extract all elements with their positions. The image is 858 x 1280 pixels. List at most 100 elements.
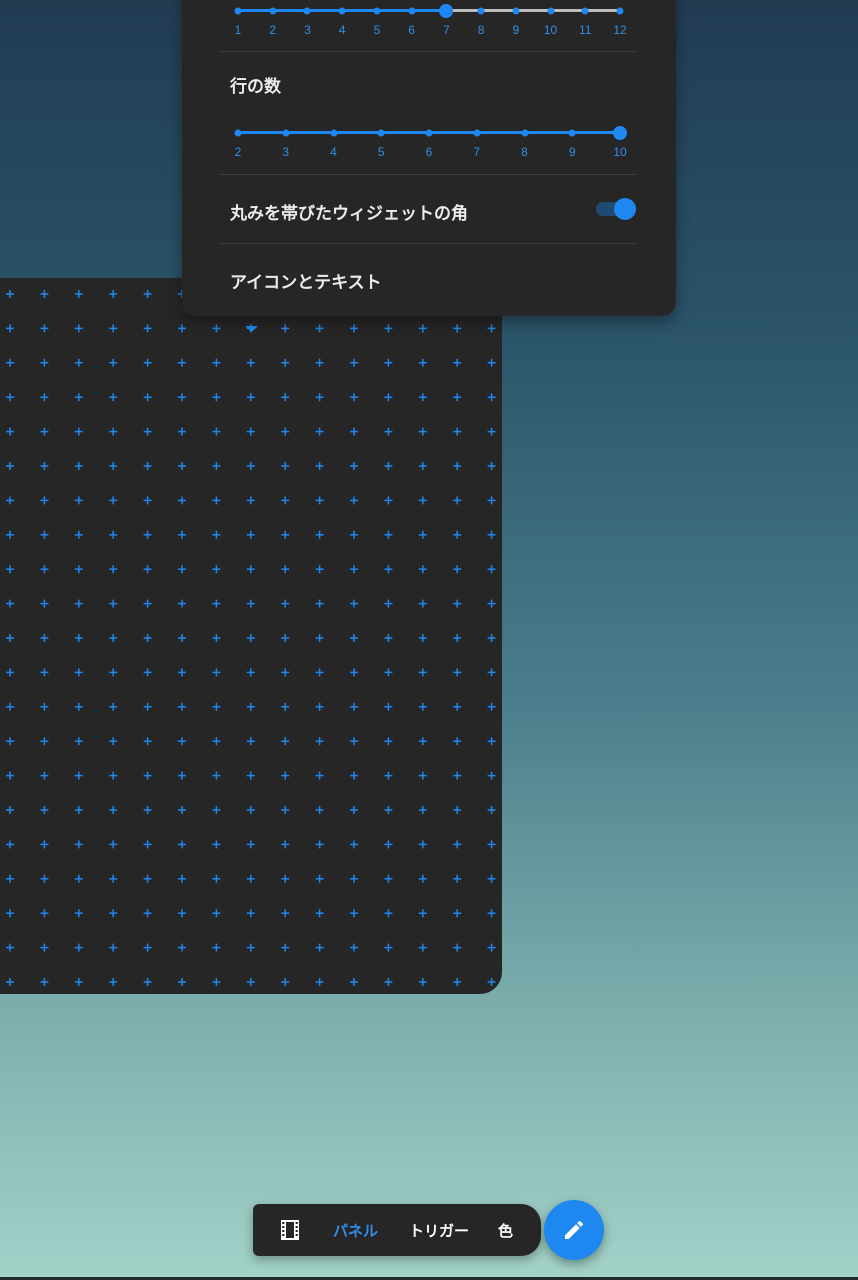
slider-tick-label: 10 — [613, 145, 627, 159]
grid-plus-mark — [350, 840, 358, 849]
grid-plus-mark — [74, 806, 83, 814]
slider-tick-label: 1 — [234, 23, 242, 37]
grid-plus-mark — [384, 530, 393, 539]
grid-plus-mark — [350, 324, 358, 333]
grid-plus-mark — [281, 943, 290, 952]
grid-plus-mark — [350, 565, 358, 574]
rounded-corners-toggle[interactable] — [596, 198, 636, 220]
grid-plus-mark — [212, 840, 221, 849]
grid-plus-mark — [350, 599, 358, 608]
grid-plus-mark — [178, 530, 186, 539]
grid-panel[interactable] — [0, 278, 502, 994]
grid-plus-mark — [6, 702, 14, 711]
grid-plus-mark — [109, 324, 118, 333]
grid-plus-mark — [384, 599, 393, 608]
slider-tick-label: 7 — [473, 145, 481, 159]
grid-plus-mark — [178, 634, 186, 642]
grid-plus-mark — [143, 358, 152, 367]
grid-plus-mark — [6, 530, 14, 539]
grid-plus-mark — [384, 702, 393, 711]
slider-tick-dot — [512, 7, 520, 14]
slider-tick-label: 8 — [477, 23, 485, 37]
grid-plus-mark — [143, 634, 152, 642]
grid-plus-mark — [246, 978, 255, 986]
grid-plus-mark — [143, 496, 152, 505]
tab-color[interactable]: 色 — [498, 1220, 513, 1241]
grid-plus-mark — [453, 840, 462, 849]
slider-thumb[interactable] — [613, 125, 627, 140]
grid-plus-mark — [315, 324, 324, 333]
grid-plus-mark — [212, 668, 221, 677]
slider-tick-dot — [373, 7, 381, 14]
grid-plus-mark — [143, 393, 152, 402]
grid-plus-mark — [315, 668, 324, 677]
grid-plus-mark — [212, 462, 221, 470]
grid-plus-mark — [453, 874, 462, 883]
grid-plus-mark — [143, 427, 152, 436]
grid-plus-mark — [384, 427, 393, 436]
grid-plus-mark — [6, 599, 14, 608]
grid-plus-mark — [350, 737, 358, 746]
grid-plus-mark — [178, 771, 186, 780]
slider-tick-dot — [616, 7, 624, 14]
slider-tick-label: 3 — [304, 23, 311, 37]
columns-slider[interactable]: 1 2 3 4 5 6 7 8 9 10 11 12 — [220, 0, 638, 40]
grid-plus-mark — [109, 358, 118, 367]
grid-plus-mark — [109, 427, 118, 436]
grid-plus-mark — [246, 840, 255, 849]
grid-plus-mark — [178, 668, 186, 677]
slider-tick-label: 6 — [425, 145, 433, 159]
grid-plus-mark — [315, 874, 324, 883]
grid-plus-mark — [315, 427, 324, 436]
grid-plus-mark — [74, 771, 83, 780]
grid-plus-mark — [74, 358, 83, 367]
grid-plus-mark — [6, 978, 14, 986]
rows-slider[interactable]: 2 3 4 5 6 7 8 9 10 — [220, 122, 638, 162]
edit-fab-button[interactable] — [544, 1200, 604, 1260]
slider-tick-dot — [473, 129, 481, 136]
slider-tick-label: 4 — [330, 145, 337, 159]
grid-plus-mark — [384, 909, 393, 918]
slider-tick-label: 11 — [579, 23, 592, 37]
grid-plus-mark — [246, 737, 255, 746]
grid-plus-mark — [178, 874, 186, 883]
grid-plus-mark — [350, 427, 358, 436]
grid-plus-mark — [315, 771, 324, 780]
tab-panel[interactable]: パネル — [333, 1220, 378, 1241]
grid-plus-mark — [40, 324, 49, 333]
grid-plus-mark — [315, 496, 324, 505]
grid-plus-mark — [178, 462, 186, 470]
grid-plus-mark — [143, 840, 152, 849]
grid-plus-mark — [281, 909, 290, 918]
slider-tick-dot — [234, 7, 242, 14]
grid-plus-mark — [40, 806, 49, 814]
grid-plus-mark — [281, 358, 290, 367]
grid-plus-mark — [178, 737, 186, 746]
film-icon[interactable] — [281, 1220, 299, 1240]
grid-plus-mark — [178, 599, 186, 608]
grid-plus-mark — [350, 771, 358, 780]
slider-tick-dot — [234, 129, 242, 136]
grid-plus-mark — [143, 806, 152, 814]
grid-plus-mark — [212, 634, 221, 642]
icons-text-label[interactable]: アイコンとテキスト — [230, 268, 382, 293]
grid-plus-mark — [74, 599, 83, 608]
grid-plus-mark — [6, 943, 14, 952]
grid-plus-mark — [40, 943, 49, 952]
grid-plus-mark — [350, 806, 358, 814]
grid-plus-mark — [212, 324, 221, 333]
grid-plus-mark — [74, 290, 83, 298]
grid-plus-mark — [315, 565, 324, 574]
grid-plus-mark — [143, 290, 152, 298]
grid-plus-mark — [6, 462, 14, 470]
grid-plus-mark — [315, 702, 324, 711]
grid-plus-mark — [40, 290, 49, 298]
grid-plus-mark — [212, 978, 221, 986]
grid-plus-mark — [40, 393, 49, 402]
grid-plus-mark — [40, 462, 49, 470]
slider-tick-label: 9 — [512, 23, 520, 37]
slider-thumb[interactable] — [439, 3, 454, 18]
grid-plus-mark — [178, 393, 186, 402]
tab-trigger[interactable]: トリガー — [409, 1220, 469, 1241]
grid-plus-mark — [418, 806, 427, 814]
